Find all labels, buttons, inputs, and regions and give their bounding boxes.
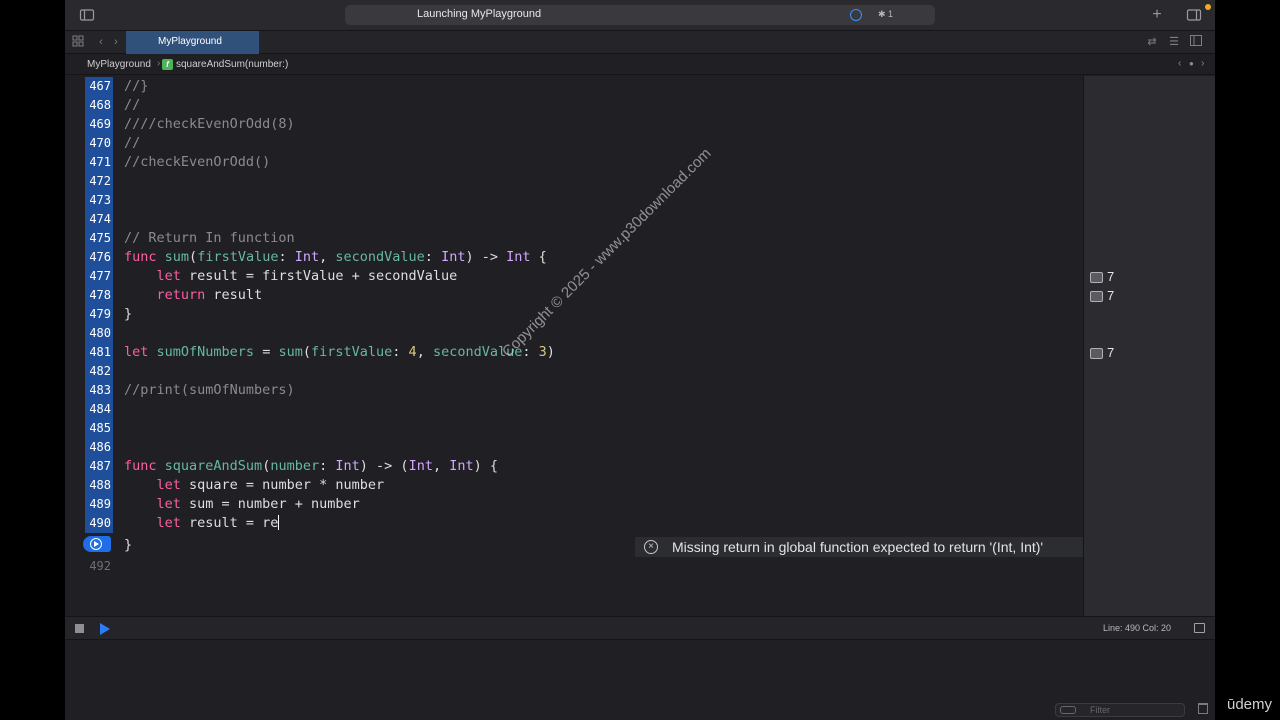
console-toggle-icon[interactable] — [1194, 623, 1205, 633]
quick-look-icon — [1090, 348, 1103, 359]
refresh-icon[interactable]: ⇄ — [1145, 35, 1159, 49]
code-area[interactable]: //} // ////checkEvenOrOdd(8) // //checkE… — [124, 76, 1074, 616]
spinner-icon — [850, 9, 862, 21]
line-number: 485 — [85, 419, 113, 438]
warning-count-value: 1 — [888, 9, 894, 19]
line-number: 476 — [85, 248, 113, 267]
line-number: 488 — [85, 476, 113, 495]
run-line-icon — [90, 538, 102, 550]
grid-icon[interactable] — [71, 35, 85, 49]
activity-viewer: Launching MyPlayground ✱ 1 — [345, 5, 935, 25]
editor-options-icon[interactable]: ☰ — [1167, 35, 1181, 49]
play-icon[interactable] — [100, 623, 110, 635]
tab-label: MyPlayground — [158, 36, 222, 47]
line-number: 486 — [85, 438, 113, 457]
code-line: let sumOfNumbers = sum(firstValue: 4, se… — [124, 344, 555, 360]
error-banner[interactable]: × Missing return in global function expe… — [635, 537, 1083, 557]
activity-status-text: Launching MyPlayground — [417, 8, 542, 20]
line-number: 475 — [85, 229, 113, 248]
breadcrumb-function[interactable]: squareAndSum(number:) — [176, 59, 288, 70]
line-number: 477 — [85, 267, 113, 286]
line-number: 489 — [85, 495, 113, 514]
line-number: 468 — [85, 96, 113, 115]
result-value: 7 — [1107, 345, 1115, 360]
code-line: //} — [124, 78, 149, 94]
code-line: //checkEvenOrOdd() — [124, 154, 271, 170]
code-line: ////checkEvenOrOdd(8) — [124, 116, 295, 132]
breadcrumb-project[interactable]: MyPlayground — [87, 59, 151, 70]
quick-look-icon — [1090, 291, 1103, 302]
udemy-logo: ūdemy — [1227, 696, 1273, 713]
code-line: let result = re — [156, 515, 280, 531]
next-issue-icon[interactable]: › — [1201, 58, 1204, 69]
code-line: let square = number * number — [156, 477, 385, 493]
inspector-toggle-icon[interactable] — [1186, 7, 1202, 23]
line-number: 484 — [85, 400, 113, 419]
line-number: 478 — [85, 286, 113, 305]
line-number: 473 — [85, 191, 113, 210]
line-number: 487 — [85, 457, 113, 476]
line-number: 481 — [85, 343, 113, 362]
line-number: 474 — [85, 210, 113, 229]
trash-icon[interactable] — [1198, 703, 1208, 714]
function-icon: f — [162, 59, 173, 70]
console-area[interactable]: Filter — [65, 640, 1215, 720]
jump-bar: MyPlayground › f squareAndSum(number:) ‹… — [65, 54, 1215, 75]
debug-bar: Line: 490 Col: 20 — [65, 616, 1215, 640]
code-line: // — [124, 97, 141, 113]
result-value: 7 — [1107, 269, 1115, 284]
line-number: 480 — [85, 324, 113, 343]
sidebar-toggle-icon[interactable] — [79, 7, 95, 23]
line-number: 482 — [85, 362, 113, 381]
title-bar: Launching MyPlayground ✱ 1 + — [65, 0, 1215, 30]
forward-chevron-icon[interactable]: › — [109, 35, 123, 49]
previous-issue-icon[interactable]: ‹ — [1178, 58, 1181, 69]
issue-navigator-icon[interactable]: ● — [1189, 59, 1194, 68]
notification-dot — [1205, 4, 1211, 10]
line-number: 469 — [85, 115, 113, 134]
code-line: //print(sumOfNumbers) — [124, 382, 295, 398]
tab-myplayground[interactable]: MyPlayground — [126, 31, 259, 54]
error-message: Missing return in global function expect… — [672, 539, 1044, 555]
code-line: let sum = number + number — [156, 496, 360, 512]
line-col-indicator: Line: 490 Col: 20 — [1103, 623, 1172, 633]
code-line: } — [124, 306, 133, 322]
code-line: func sum(firstValue: Int, secondValue: I… — [124, 249, 547, 265]
code-line: return result — [156, 287, 263, 303]
line-number: 470 — [85, 134, 113, 153]
code-line: let result = firstValue + secondValue — [156, 268, 458, 284]
code-line: func squareAndSum(number: Int) -> (Int, … — [124, 458, 498, 474]
quick-look-icon — [1090, 272, 1103, 283]
code-line: // Return In function — [124, 230, 295, 246]
line-number: 490 — [85, 514, 113, 533]
breadcrumb-separator: › — [157, 58, 161, 69]
result-value: 7 — [1107, 288, 1115, 303]
code-line: // — [124, 135, 141, 151]
line-number: 472 — [85, 172, 113, 191]
tab-bar: ‹ › MyPlayground ⇄ ☰ — [65, 30, 1215, 54]
line-number: 471 — [85, 153, 113, 172]
text-cursor — [278, 515, 280, 530]
warning-count[interactable]: ✱ 1 — [878, 9, 893, 20]
error-icon: × — [644, 540, 658, 554]
line-number: 479 — [85, 305, 113, 324]
line-number: 492 — [89, 559, 111, 573]
filter-input[interactable]: Filter — [1055, 703, 1185, 717]
stop-icon[interactable] — [75, 624, 84, 633]
line-number: 467 — [85, 77, 113, 96]
split-editor-icon[interactable] — [1189, 35, 1203, 49]
filter-icon — [1060, 706, 1076, 714]
xcode-window: Launching MyPlayground ✱ 1 + ‹ › MyPlayg… — [65, 0, 1215, 720]
line-number: 483 — [85, 381, 113, 400]
run-to-line-button[interactable] — [83, 536, 111, 552]
results-sidebar: 7 7 7 — [1083, 76, 1215, 616]
add-icon[interactable]: + — [1149, 7, 1165, 23]
back-chevron-icon[interactable]: ‹ — [94, 35, 108, 49]
code-line: } — [124, 537, 133, 553]
line-number-gutter: 467 468 469 470 471 472 473 474 475 476 … — [85, 76, 113, 616]
filter-placeholder: Filter — [1090, 705, 1110, 715]
source-editor[interactable]: 467 468 469 470 471 472 473 474 475 476 … — [65, 76, 1083, 616]
